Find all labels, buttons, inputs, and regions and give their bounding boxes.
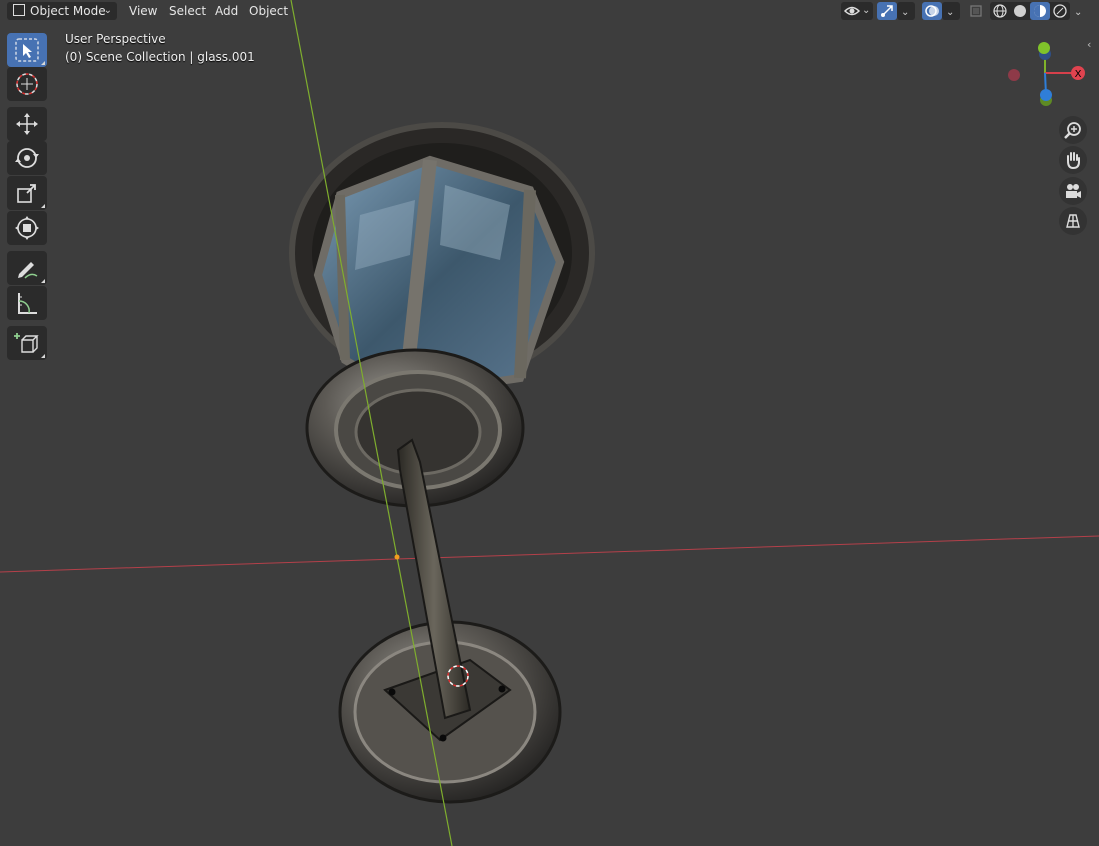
shading-dropdown[interactable]: ⌄	[1070, 2, 1088, 20]
material-shading-icon[interactable]	[1030, 2, 1050, 20]
chevron-down-icon: ⌄	[862, 5, 871, 16]
tool-options-corner	[41, 204, 45, 208]
mode-selector[interactable]: Object Mode ⌄	[7, 2, 117, 20]
gizmo-toggle[interactable]	[877, 2, 897, 20]
sidebar-toggle[interactable]: ‹	[1087, 38, 1099, 52]
cursor-icon	[16, 73, 38, 95]
zoom-icon	[1064, 122, 1081, 139]
viewport-header: Object Mode ⌄ View Select Add Object ⌄ ⌄…	[0, 0, 1099, 22]
navigation-gizmo[interactable]: X	[1000, 38, 1090, 118]
view-name: User Perspective	[65, 32, 166, 46]
gizmo-y-pos	[1038, 42, 1050, 54]
annotate-icon	[18, 262, 38, 279]
chevron-down-icon: ⌄	[1074, 7, 1083, 18]
add-cube-tool[interactable]	[7, 326, 47, 360]
gizmo-dropdown[interactable]: ⌄	[897, 2, 915, 20]
camera-icon	[1066, 184, 1081, 198]
transform-tool[interactable]	[7, 211, 47, 245]
chevron-down-icon: ⌄	[103, 5, 112, 16]
rotate-tool[interactable]	[7, 141, 47, 175]
select-box-tool[interactable]	[7, 33, 47, 67]
menu-view[interactable]: View	[123, 2, 163, 20]
menu-select[interactable]: Select	[163, 2, 212, 20]
measure-tool[interactable]	[7, 286, 47, 320]
select-box-icon	[15, 38, 39, 62]
move-tool[interactable]	[7, 107, 47, 141]
tool-options-corner	[41, 279, 45, 283]
rendered-shading-icon[interactable]	[1051, 2, 1069, 20]
gizmo-icon	[881, 5, 893, 17]
3d-viewport[interactable]: Object Mode ⌄ View Select Add Object ⌄ ⌄…	[0, 0, 1099, 846]
collection-info: (0) Scene Collection | glass.001	[65, 50, 255, 64]
gizmo-z-pos	[1040, 89, 1052, 101]
xray-toggle[interactable]	[966, 2, 986, 20]
camera-button[interactable]	[1059, 177, 1087, 205]
overlay-toggle[interactable]	[922, 2, 942, 20]
pan-button[interactable]	[1059, 146, 1087, 174]
xray-icon	[970, 5, 982, 17]
menu-add[interactable]: Add	[209, 2, 244, 20]
visibility-dropdown[interactable]: ⌄	[841, 2, 873, 20]
mode-label: Object Mode	[30, 4, 106, 18]
scale-tool[interactable]	[7, 176, 47, 210]
solid-shading-icon[interactable]	[1011, 2, 1029, 20]
ortho-grid-icon	[1066, 214, 1080, 228]
zoom-button[interactable]	[1059, 116, 1087, 144]
eye-icon	[843, 6, 861, 16]
overlay-icon	[925, 5, 939, 17]
move-icon	[16, 113, 38, 135]
transform-icon	[15, 216, 39, 240]
shading-group	[990, 2, 1070, 20]
menu-object[interactable]: Object	[243, 2, 294, 20]
wireframe-shading-icon[interactable]	[991, 2, 1009, 20]
scene-canvas	[0, 0, 1099, 846]
x-axis-line	[0, 535, 1099, 573]
object-origin	[394, 554, 400, 560]
gizmo-x-label: X	[1075, 69, 1082, 80]
overlay-dropdown[interactable]: ⌄	[942, 2, 960, 20]
chevron-down-icon: ⌄	[901, 7, 910, 18]
add-cube-icon	[14, 333, 39, 353]
tool-options-corner	[41, 354, 45, 358]
measure-icon	[18, 293, 37, 314]
cursor-tool[interactable]	[7, 67, 47, 101]
scale-icon	[17, 184, 36, 203]
rotate-icon	[15, 148, 39, 168]
chevron-down-icon: ⌄	[946, 7, 955, 18]
annotate-tool[interactable]	[7, 251, 47, 285]
object-mode-icon	[13, 4, 25, 16]
ortho-toggle-button[interactable]	[1059, 207, 1087, 235]
hand-pan-icon	[1067, 152, 1080, 170]
gizmo-x-neg	[1008, 69, 1020, 81]
tool-options-corner	[41, 61, 45, 65]
